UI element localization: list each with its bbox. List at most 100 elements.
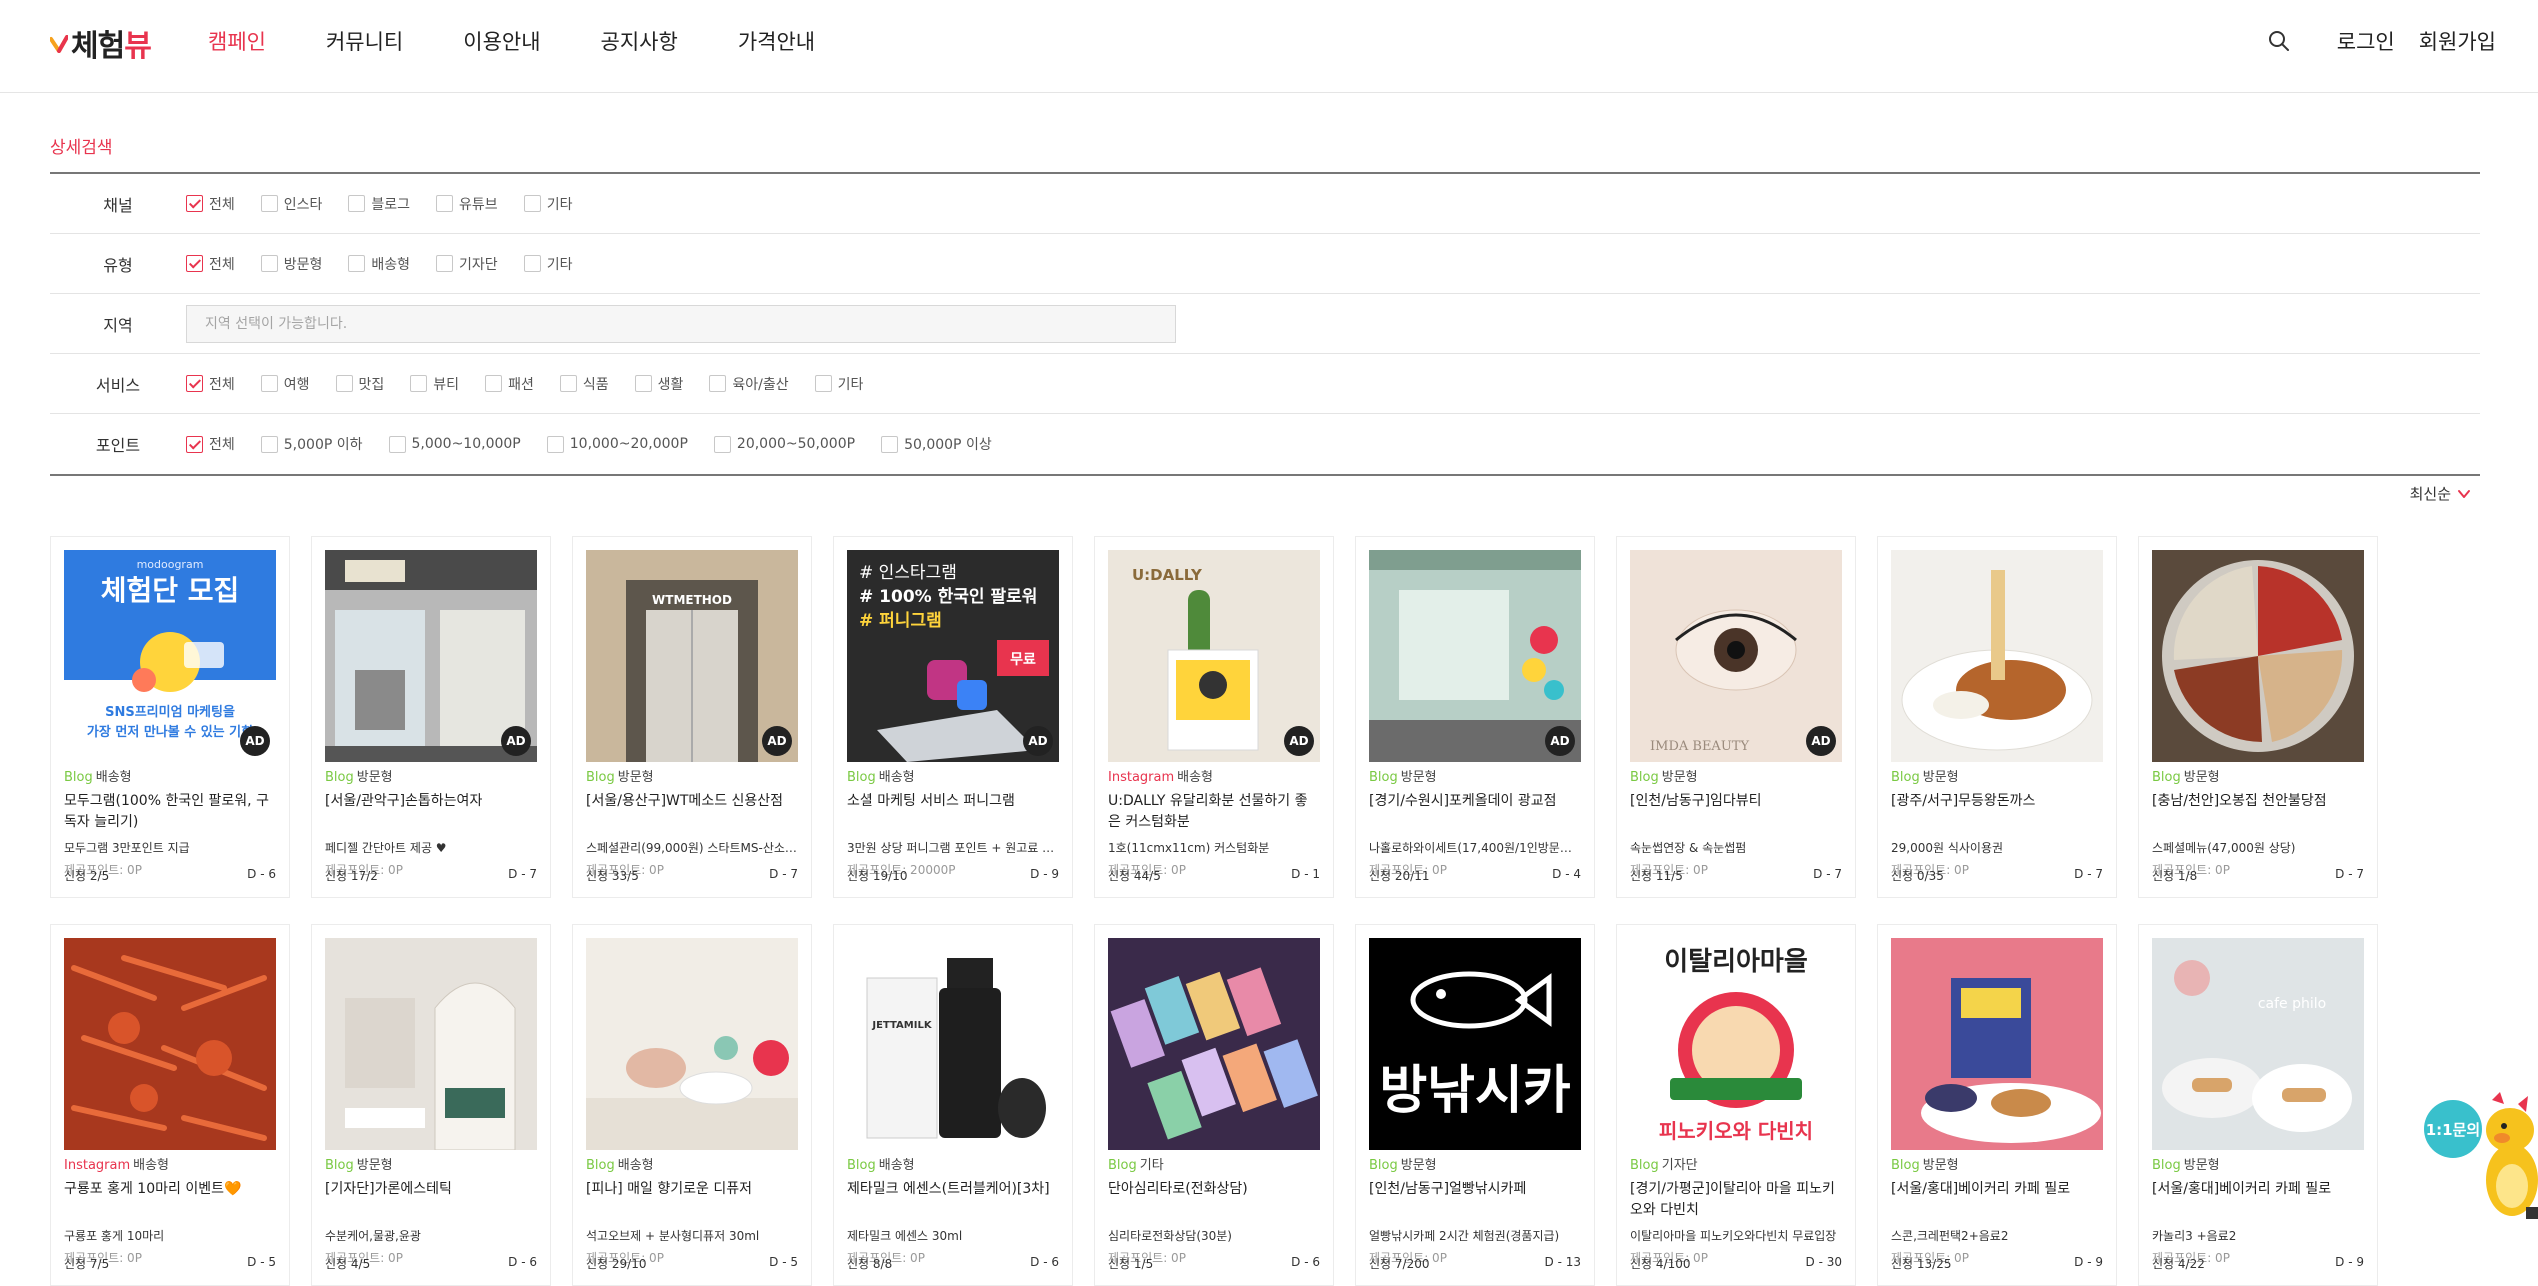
campaign-title[interactable]: [서울/관악구]손톱하는여자 — [325, 791, 537, 833]
checkbox[interactable] — [335, 375, 353, 392]
checkbox[interactable] — [709, 375, 727, 392]
search-icon[interactable] — [2267, 29, 2291, 53]
nav-pricing[interactable]: 가격안내 — [738, 26, 815, 56]
chat-close-icon[interactable] — [2526, 1207, 2538, 1219]
service-option-all[interactable]: 전체 — [186, 374, 235, 394]
checkbox[interactable] — [713, 435, 731, 453]
checkbox[interactable] — [523, 255, 541, 272]
type-option-visit[interactable]: 방문형 — [260, 254, 322, 274]
checkbox-checked[interactable] — [186, 195, 203, 212]
service-option-parenting[interactable]: 육아/출산 — [709, 374, 789, 394]
campaign-card[interactable]: WTMETHOD AD Blog 방문형 [서울/용산구]WT메소드 신용산점 스… — [572, 536, 812, 898]
campaign-card[interactable]: cafe philo Blog 방문형 [서울/홍대]베이커리 카페 필로 카놀리… — [2138, 924, 2378, 1286]
checkbox[interactable] — [485, 375, 503, 392]
campaign-title[interactable]: [인천/남동구]얼빵낚시카페 — [1369, 1179, 1581, 1221]
service-option-travel[interactable]: 여행 — [260, 374, 310, 394]
chat-button[interactable]: 1:1문의 — [2424, 1100, 2482, 1158]
campaign-card[interactable]: AD Blog 방문형 [경기/수원시]포케올데이 광교점 나홀로하와이세트(17… — [1355, 536, 1595, 898]
campaign-title[interactable]: 단아심리타로(전화상담) — [1108, 1179, 1320, 1221]
campaign-card[interactable]: Blog 기타 단아심리타로(전화상담) 심리타로전화상담(30분) 제공포인트:… — [1094, 924, 1334, 1286]
channel-option-etc[interactable]: 기타 — [523, 194, 572, 214]
type-option-etc[interactable]: 기타 — [523, 254, 572, 274]
checkbox[interactable] — [546, 435, 564, 453]
campaign-title[interactable]: [광주/서구]무등왕돈까스 — [1891, 791, 2103, 833]
campaign-title[interactable]: 모두그램(100% 한국인 팔로워, 구독자 늘리기) — [64, 791, 276, 833]
service-option-fashion[interactable]: 패션 — [485, 374, 534, 394]
campaign-title[interactable]: 제타밀크 에센스(트러블케어)[3차] — [847, 1179, 1059, 1221]
type-option-reporter[interactable]: 기자단 — [436, 254, 498, 274]
campaign-title[interactable]: [서울/홍대]베이커리 카페 필로 — [1891, 1179, 2103, 1221]
site-logo[interactable]: 체험뷰 — [50, 22, 152, 64]
campaign-card[interactable]: Blog 방문형 [충남/천안]오봉집 천안불당점 스페셜메뉴(47,000원 상… — [2138, 536, 2378, 898]
campaign-card[interactable]: U:DALLY AD Instagram 배송형 U:DALLY 유달리화분 선물… — [1094, 536, 1334, 898]
point-option-all[interactable]: 전체 — [186, 434, 235, 454]
campaign-card[interactable]: Blog 방문형 [광주/서구]무등왕돈까스 29,000원 식사이용권 제공포인… — [1877, 536, 2117, 898]
point-option-over-50000[interactable]: 50,000P 이상 — [881, 434, 992, 454]
checkbox[interactable] — [388, 435, 406, 453]
checkbox[interactable] — [436, 195, 454, 212]
campaign-title[interactable]: [인천/남동구]임다뷰티 — [1630, 791, 1842, 833]
checkbox[interactable] — [436, 255, 454, 272]
nav-community[interactable]: 커뮤니티 — [326, 26, 403, 56]
signup-link[interactable]: 회원가입 — [2419, 26, 2496, 56]
point-option-under-5000[interactable]: 5,000P 이하 — [260, 434, 363, 454]
campaign-title[interactable]: 구룡포 홍게 10마리 이벤트🧡 — [64, 1179, 276, 1221]
sort-dropdown[interactable]: 최신순 — [2410, 483, 2471, 504]
service-option-etc[interactable]: 기타 — [814, 374, 863, 394]
campaign-card[interactable]: JETTAMILK Blog 배송형 제타밀크 에센스(트러블케어)[3차] 제타… — [833, 924, 1073, 1286]
checkbox[interactable] — [814, 375, 832, 392]
service-option-living[interactable]: 생활 — [634, 374, 683, 394]
campaign-card[interactable]: IMDA BEAUTY AD Blog 방문형 [인천/남동구]임다뷰티 속눈썹연… — [1616, 536, 1856, 898]
campaign-title[interactable]: [충남/천안]오봉집 천안불당점 — [2152, 791, 2364, 833]
point-option-20000-50000[interactable]: 20,000~50,000P — [713, 435, 855, 453]
campaign-title[interactable]: [경기/가평군]이탈리아 마을 피노키오와 다빈치 — [1630, 1179, 1842, 1221]
checkbox-checked[interactable] — [186, 435, 203, 453]
service-option-food[interactable]: 맛집 — [335, 374, 384, 394]
checkbox-checked[interactable] — [186, 375, 203, 392]
checkbox[interactable] — [348, 255, 366, 272]
checkbox[interactable] — [348, 195, 366, 212]
service-option-beauty[interactable]: 뷰티 — [410, 374, 459, 394]
checkbox[interactable] — [260, 435, 278, 453]
nav-guide[interactable]: 이용안내 — [463, 26, 540, 56]
campaign-card[interactable]: modoogram 체험단 모집 SNS프리미엄 마케팅을 가장 먼저 만나볼 … — [50, 536, 290, 898]
campaign-card[interactable]: Instagram 배송형 구룡포 홍게 10마리 이벤트🧡 구룡포 홍게 10마… — [50, 924, 290, 1286]
campaign-title[interactable]: [서울/홍대]베이커리 카페 필로 — [2152, 1179, 2364, 1221]
campaign-title[interactable]: 소셜 마케팅 서비스 퍼니그램 — [847, 791, 1059, 833]
region-select-input[interactable] — [186, 304, 1176, 343]
campaign-card[interactable]: 방낚시카 Blog 방문형 [인천/남동구]얼빵낚시카페 얼빵낚시카페 2시간 체… — [1355, 924, 1595, 1286]
nav-campaign[interactable]: 캠페인 — [208, 26, 266, 56]
checkbox[interactable] — [559, 375, 577, 392]
service-option-grocery[interactable]: 식품 — [559, 374, 609, 394]
channel-option-blog[interactable]: 블로그 — [348, 194, 410, 214]
type-option-delivery[interactable]: 배송형 — [348, 254, 410, 274]
channel-option-youtube[interactable]: 유튜브 — [436, 194, 498, 214]
campaign-title[interactable]: [서울/용산구]WT메소드 신용산점 — [586, 791, 798, 833]
point-option-10000-20000[interactable]: 10,000~20,000P — [546, 435, 688, 453]
campaign-card[interactable]: AD Blog 방문형 [서울/관악구]손톱하는여자 페디젤 간단아트 제공 ♥ … — [311, 536, 551, 898]
checkbox-checked[interactable] — [186, 255, 203, 272]
campaign-card[interactable]: Blog 배송형 [피나] 매일 향기로운 디퓨저 석고오브제 + 분사형디퓨저 … — [572, 924, 812, 1286]
checkbox[interactable] — [881, 435, 899, 453]
campaign-card[interactable]: Blog 방문형 [기자단]가론에스테틱 수분케어,물광,윤광 제공포인트: 0P… — [311, 924, 551, 1286]
campaign-card[interactable]: 이탈리아마을 피노키오와 다빈치 Blog 기자단 [경기/가평군]이탈리아 마을… — [1616, 924, 1856, 1286]
point-option-5000-10000[interactable]: 5,000~10,000P — [388, 435, 521, 453]
campaign-card[interactable]: # 인스타그램 # 100% 한국인 팔로워 # 퍼니그램 무료 AD Blog… — [833, 536, 1073, 898]
channel-option-instagram[interactable]: 인스타 — [260, 194, 322, 214]
chat-widget[interactable]: 1:1문의 — [2424, 1090, 2538, 1220]
checkbox[interactable] — [523, 195, 541, 212]
checkbox[interactable] — [410, 375, 428, 392]
campaign-card[interactable]: Blog 방문형 [서울/홍대]베이커리 카페 필로 스콘,크레펀택2+음료2 제… — [1877, 924, 2117, 1286]
checkbox[interactable] — [260, 375, 278, 392]
campaign-title[interactable]: [피나] 매일 향기로운 디퓨저 — [586, 1179, 798, 1221]
checkbox[interactable] — [260, 255, 278, 272]
nav-notice[interactable]: 공지사항 — [601, 26, 678, 56]
checkbox[interactable] — [634, 375, 652, 392]
campaign-title[interactable]: [경기/수원시]포케올데이 광교점 — [1369, 791, 1581, 833]
campaign-title[interactable]: U:DALLY 유달리화분 선물하기 좋은 커스텀화분 — [1108, 791, 1320, 833]
type-option-all[interactable]: 전체 — [186, 254, 235, 274]
campaign-title[interactable]: [기자단]가론에스테틱 — [325, 1179, 537, 1221]
checkbox[interactable] — [260, 195, 278, 212]
channel-option-all[interactable]: 전체 — [186, 194, 235, 214]
login-link[interactable]: 로그인 — [2337, 26, 2395, 56]
